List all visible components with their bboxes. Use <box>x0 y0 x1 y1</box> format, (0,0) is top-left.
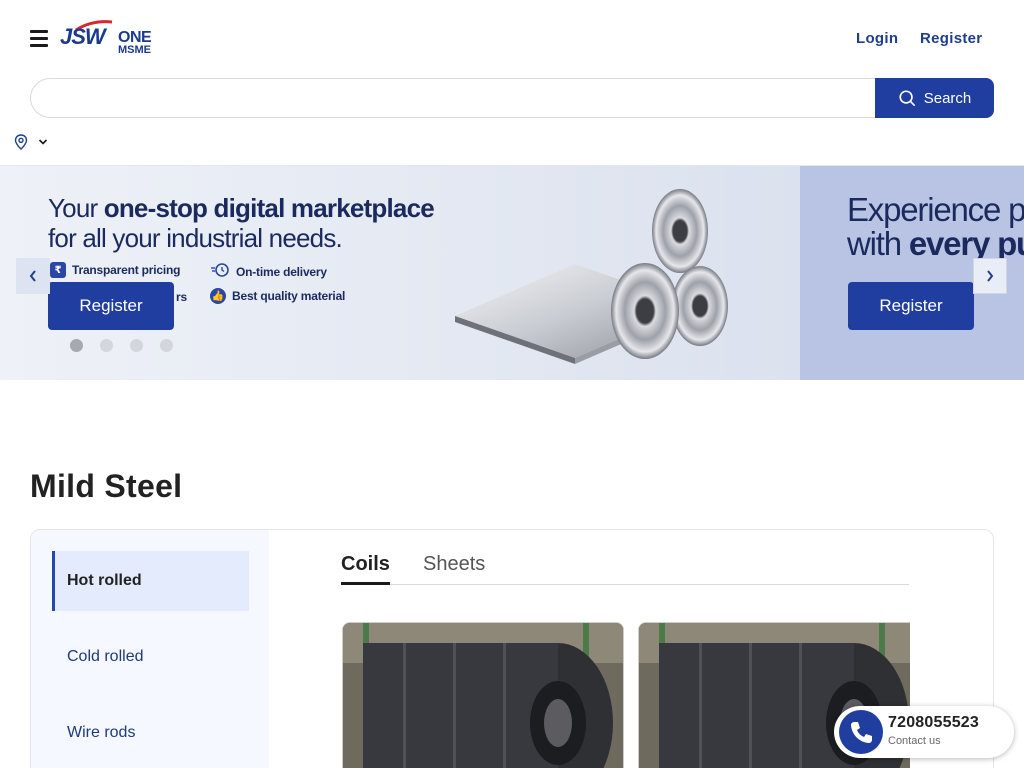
search-button[interactable]: Search <box>875 78 994 118</box>
tab-sheets[interactable]: Sheets <box>423 553 485 582</box>
location-pin-icon <box>14 134 28 150</box>
hero-carousel: Your one-stop digital marketplace for al… <box>0 166 1024 380</box>
steel-coils-illustration <box>455 189 728 364</box>
feature-transparent-pricing: ₹ Transparent pricing <box>50 262 180 278</box>
section-title: Mild Steel <box>30 468 183 504</box>
carousel-dot-1[interactable] <box>70 339 83 352</box>
category-list: Hot rolled Cold rolled Wire rods <box>31 530 269 768</box>
search-button-label: Search <box>923 89 972 107</box>
contact-phone-number: 7208055523 <box>888 714 979 731</box>
carousel-dot-4[interactable] <box>160 339 173 352</box>
carousel-next-button[interactable] <box>973 258 1007 294</box>
phone-icon <box>839 710 883 754</box>
login-link[interactable]: Login <box>856 30 898 47</box>
chevron-down-icon <box>38 139 48 145</box>
contact-us-widget[interactable]: 7208055523 Contact us <box>834 706 1014 758</box>
feature-partial-text: rs <box>176 290 187 304</box>
chevron-left-icon <box>29 270 36 282</box>
register-link[interactable]: Register <box>920 30 982 47</box>
chevron-right-icon <box>987 270 994 282</box>
category-hot-rolled[interactable]: Hot rolled <box>52 551 249 611</box>
contact-us-label: Contact us <box>888 735 941 747</box>
hamburger-menu-icon[interactable] <box>30 30 48 47</box>
jsw-one-msme-logo[interactable]: JSW ONE MSME <box>60 20 160 60</box>
fast-delivery-icon <box>210 262 230 281</box>
slide-2-register-button[interactable]: Register <box>848 282 974 330</box>
search-icon <box>899 90 915 107</box>
search-input[interactable] <box>30 78 880 118</box>
carousel-dot-2[interactable] <box>100 339 113 352</box>
logo-msme-text: MSME <box>118 44 151 56</box>
carousel-dots <box>70 339 173 352</box>
slide-1-headline: Your one-stop digital marketplace for al… <box>48 193 435 253</box>
category-wire-rods[interactable]: Wire rods <box>52 703 249 763</box>
rupee-icon: ₹ <box>50 262 66 278</box>
slide-2-headline: Experience p with every pu <box>847 191 1024 262</box>
site-header: JSW ONE MSME Login Register Search <box>0 0 1024 166</box>
search-bar: Search <box>30 78 994 118</box>
hot-rolled-coil-image <box>343 623 623 768</box>
product-type-tabs: Coils Sheets <box>341 550 909 585</box>
tab-coils[interactable]: Coils <box>341 553 390 585</box>
logo-jsw-text: JSW <box>60 24 106 49</box>
location-selector[interactable] <box>14 134 48 150</box>
slide-1-register-button[interactable]: Register <box>48 282 174 330</box>
carousel-slide-1: Your one-stop digital marketplace for al… <box>0 166 800 380</box>
thumbs-up-icon: 👍 <box>210 288 226 304</box>
category-cold-rolled[interactable]: Cold rolled <box>52 627 249 687</box>
carousel-prev-button[interactable] <box>16 258 50 294</box>
feature-on-time-delivery: On-time delivery <box>210 262 327 281</box>
product-card-1[interactable] <box>342 622 624 768</box>
carousel-dot-3[interactable] <box>130 339 143 352</box>
feature-best-quality: 👍 Best quality material <box>210 288 346 304</box>
